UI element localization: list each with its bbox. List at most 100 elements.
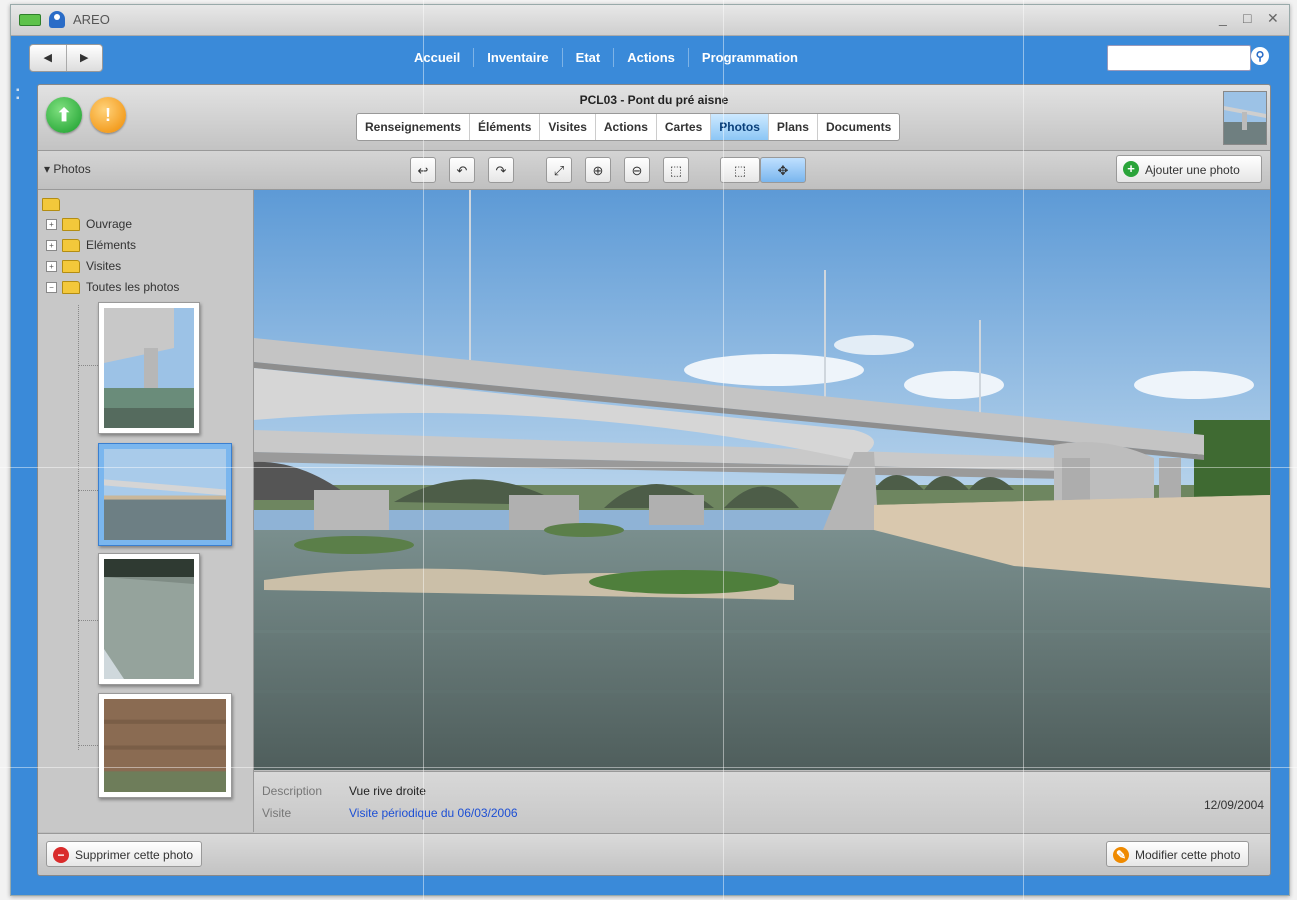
tree-connector (78, 365, 98, 367)
photo-info: Description Vue rive droite Visite Visit… (254, 771, 1270, 833)
collapse-icon[interactable]: − (46, 282, 57, 294)
tree-item-elements[interactable]: + Eléments (46, 237, 136, 253)
thumbnail-image (104, 449, 226, 540)
close-button[interactable]: ✕ (1267, 10, 1279, 27)
main-photo-viewer[interactable] (254, 190, 1270, 770)
tab-visites[interactable]: Visites (540, 114, 596, 140)
search-input[interactable] (1107, 45, 1251, 71)
menu-item-accueil[interactable]: Accueil (401, 48, 475, 67)
visit-label: Visite (262, 806, 292, 820)
edit-photo-label: Modifier cette photo (1135, 848, 1241, 862)
select-zoom-icon[interactable]: ⬚ (720, 157, 760, 183)
guide-line (0, 467, 1297, 468)
object-title: PCL03 - Pont du pré aisne (579, 93, 729, 107)
user-icon (49, 11, 65, 28)
delete-icon: − (53, 847, 69, 863)
tree-connector (78, 745, 98, 747)
thumbnail-image (104, 699, 226, 792)
tree-item-visites[interactable]: + Visites (46, 258, 121, 274)
tab-photos[interactable]: Photos (711, 114, 769, 140)
visit-link[interactable]: Visite périodique du 06/03/2006 (349, 806, 518, 820)
photo-thumbnail[interactable] (98, 553, 200, 685)
photo-date: 12/09/2004 (1203, 798, 1264, 812)
add-photo-label: Ajouter une photo (1145, 163, 1240, 177)
thumbnail-image (104, 559, 194, 679)
expand-icon[interactable]: + (46, 240, 57, 252)
pan-icon[interactable]: ✥ (760, 157, 806, 183)
folder-icon (62, 260, 80, 274)
zoom-out-icon[interactable]: ⊖ (624, 157, 650, 183)
rotate-right-icon[interactable]: ↷ (488, 157, 514, 183)
tab-documents[interactable]: Documents (818, 114, 899, 140)
photo-thumbnail[interactable] (98, 693, 232, 798)
side-handle-icon[interactable]: ▪ ▪ (16, 86, 24, 111)
object-panel: ⬆ ! PCL03 - Pont du pré aisne Renseignem… (37, 84, 1271, 876)
tree-item-ouvrage[interactable]: + Ouvrage (46, 216, 132, 232)
delete-photo-label: Supprimer cette photo (75, 848, 194, 862)
folder-icon (42, 198, 60, 212)
menu-item-etat[interactable]: Etat (563, 48, 615, 67)
tab-plans[interactable]: Plans (769, 114, 818, 140)
forward-button[interactable]: ▶ (67, 45, 103, 71)
title-bar: AREO _ □ ✕ (11, 5, 1289, 36)
guide-line (723, 0, 724, 900)
guide-line (0, 767, 1297, 768)
tree-item-label: Visites (86, 259, 122, 273)
tree-root[interactable] (42, 196, 66, 212)
folder-icon (62, 239, 80, 253)
guide-line (1023, 0, 1024, 900)
tree-item-toutes-les-photos[interactable]: − Toutes les photos (46, 279, 179, 295)
tree-item-label: Ouvrage (86, 217, 133, 231)
search-icon[interactable]: ⚲ (1251, 47, 1269, 65)
object-tabs: Renseignements Éléments Visites Actions … (356, 113, 901, 141)
bridge-thumbnail-image (1224, 92, 1266, 144)
main-navbar: ◀ ▶ Accueil Inventaire Etat Actions Prog… (11, 36, 1289, 82)
edit-photo-button[interactable]: ✎ Modifier cette photo (1106, 841, 1250, 867)
object-thumbnail[interactable] (1223, 91, 1267, 145)
rotate-left-icon[interactable]: ↶ (449, 157, 475, 183)
menu-item-inventaire[interactable]: Inventaire (474, 48, 563, 67)
tree-item-label: Eléments (86, 238, 137, 252)
folder-icon (62, 218, 80, 232)
minimize-button[interactable]: _ (1219, 10, 1227, 26)
description-label: Description (262, 784, 323, 798)
zoom-in-icon[interactable]: ⊕ (585, 157, 611, 183)
folder-open-icon (62, 281, 80, 295)
add-icon: + (1123, 161, 1139, 177)
delete-photo-button[interactable]: − Supprimer cette photo (46, 841, 203, 867)
menu-item-programmation[interactable]: Programmation (689, 48, 811, 67)
guide-line (423, 0, 424, 900)
tree-connector (78, 305, 80, 750)
edit-icon: ✎ (1113, 847, 1129, 863)
tree-connector (78, 620, 98, 622)
main-menu: Accueil Inventaire Etat Actions Programm… (401, 48, 811, 67)
tab-cartes[interactable]: Cartes (657, 114, 712, 140)
tab-actions[interactable]: Actions (596, 114, 657, 140)
tab-renseignements[interactable]: Renseignements (357, 114, 471, 140)
back-button[interactable]: ◀ (30, 45, 67, 71)
fit-to-window-icon[interactable]: ⤢ (546, 157, 572, 183)
description-value: Vue rive droite (349, 784, 426, 798)
object-header: ⬆ ! PCL03 - Pont du pré aisne Renseignem… (38, 85, 1270, 151)
tree-connector (78, 490, 98, 492)
photo-thumbnail[interactable] (98, 302, 200, 434)
photo-thumbnail-selected[interactable] (98, 443, 232, 546)
photo-toolbar: ▾ Photos ↩ ↶ ↷ ⤢ ⊕ ⊖ ⬚ ⬚ ✥ + Ajouter une… (38, 151, 1270, 190)
thumbnail-image (104, 308, 194, 428)
tree-item-label: Toutes les photos (86, 280, 180, 294)
expand-icon[interactable]: + (46, 261, 57, 273)
app-name: AREO (73, 12, 110, 27)
menu-item-actions[interactable]: Actions (614, 48, 689, 67)
battery-icon (19, 14, 41, 26)
photo-tree: + Ouvrage + Eléments + Visites − Toutes les … (38, 190, 254, 832)
actual-size-icon[interactable]: ⬚ (663, 157, 689, 183)
bridge-photo (254, 190, 1270, 770)
expand-icon[interactable]: + (46, 219, 57, 231)
tab-elements[interactable]: Éléments (470, 114, 541, 140)
section-title-photos[interactable]: ▾ Photos (44, 162, 91, 176)
panel-footer: − Supprimer cette photo ✎ Modifier cette… (38, 833, 1270, 875)
maximize-button[interactable]: □ (1243, 10, 1251, 26)
history-buttons: ◀ ▶ (29, 44, 103, 72)
add-photo-button[interactable]: + Ajouter une photo (1116, 155, 1262, 183)
app-window: AREO _ □ ✕ ◀ ▶ Accueil Inventaire Etat A… (10, 4, 1290, 896)
